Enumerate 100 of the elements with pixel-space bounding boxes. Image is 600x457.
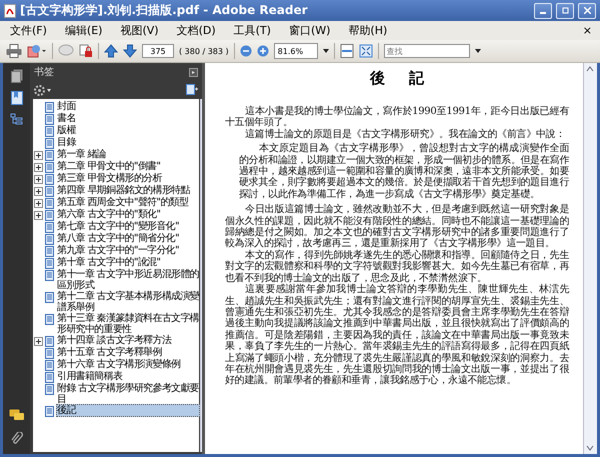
bookmark-item[interactable]: 第七章 古文字中的"變形音化"	[56, 220, 200, 233]
bookmark-item[interactable]: 第六章 古文字中的"類化"	[56, 208, 200, 221]
bookmark-page-icon	[45, 336, 54, 347]
menu-close-button[interactable]: ×	[578, 24, 596, 37]
bookmark-page-icon	[45, 246, 54, 257]
fit-width-icon[interactable]	[340, 44, 354, 58]
paperclip-icon[interactable]	[10, 432, 22, 446]
caret-icon[interactable]	[322, 49, 329, 53]
scroll-up-icon[interactable]	[586, 66, 594, 72]
bookmark-page-icon	[45, 210, 54, 221]
expand-toggle[interactable]	[34, 151, 43, 160]
restore-icon	[562, 7, 568, 14]
panel-title: 书签	[34, 66, 55, 79]
expand-toggle[interactable]	[34, 199, 43, 208]
bookmark-page-icon	[45, 406, 54, 417]
next-page-icon[interactable]	[123, 44, 137, 58]
print-icon[interactable]	[6, 44, 22, 58]
comments-icon[interactable]	[8, 409, 24, 422]
bookmark-item[interactable]: 第十四章 談古文字考釋方法	[56, 334, 200, 347]
bookmark-page-icon	[45, 348, 54, 359]
bookmark-page-icon	[45, 126, 54, 137]
bookmark-item[interactable]: 附錄 古文字構形學研究參考文獻要目	[56, 382, 200, 406]
bookmark-item[interactable]: 書名	[56, 112, 200, 125]
bookmark-page-icon	[45, 114, 54, 125]
zoom-in-icon[interactable]	[256, 45, 269, 57]
bookmark-page-icon	[45, 138, 54, 149]
bookmark-item[interactable]: 版權	[56, 124, 200, 137]
bookmark-item[interactable]: 封面	[56, 100, 200, 113]
bookmark-item[interactable]: 第九章 古文字中的"一字分化"	[56, 244, 200, 257]
paragraph: 本文的寫作，得到先師姚孝遂先生的悉心關懷和指導。回顧隨侍之日，先生對文字的宏觀體察和科學的文字符號觀對我影響甚大。如今先生墓已有宿草，再也看不到我的博士論文的出版了，思念及此，不禁潸然淚下。	[225, 250, 569, 284]
close-button[interactable]	[578, 2, 596, 18]
menu-item[interactable]: 文件(F)	[4, 23, 59, 38]
gear-icon[interactable]	[34, 84, 51, 96]
page-number-field[interactable]: 375	[142, 44, 174, 58]
bookmark-page-icon	[45, 150, 54, 161]
menu-item[interactable]: 编辑(E)	[58, 23, 114, 38]
bookmark-item[interactable]: 引用書籍簡稱表	[56, 370, 200, 383]
bookmark-page-icon	[45, 102, 54, 113]
expand-toggle[interactable]	[34, 163, 43, 172]
panel-options-icon[interactable]	[189, 68, 198, 76]
bookmark-item[interactable]: 第三章 甲骨文構形的分析	[56, 172, 200, 185]
bookmark-item[interactable]: 第一章 緒論	[56, 148, 200, 161]
restore-button[interactable]	[556, 2, 574, 18]
minimize-button[interactable]	[534, 2, 552, 18]
page-count: ( 380 / 383 )	[179, 46, 229, 56]
caret-icon[interactable]	[474, 49, 481, 53]
bookmark-page-icon	[45, 234, 54, 245]
bookmark-item[interactable]: 第十三章 秦漢篆隸資料在古文字構形研究中的重要性	[56, 312, 200, 336]
menu-item[interactable]: 视图(V)	[114, 23, 171, 38]
bookmark-page-icon	[45, 292, 54, 303]
new-bookmark-icon[interactable]	[186, 84, 198, 96]
paragraph: 這篇博士論文的原題目是《古文字構形研究》。我在論文的《前言》中說：	[244, 128, 566, 140]
bookmark-item[interactable]: 目錄	[56, 136, 200, 149]
expand-toggle[interactable]	[34, 187, 43, 196]
bookmark-item[interactable]: 第二章 甲骨文中的"倒書"	[56, 160, 200, 173]
bookmark-item[interactable]: 第五章 西周金文中"聲符"的類型	[56, 196, 200, 209]
paragraph: 這本小書是我的博士學位論文，寫作於1990至1991年，距今日出版已經有十五個年頭了。	[225, 106, 569, 128]
bookmark-page-icon	[45, 174, 54, 185]
expand-toggle[interactable]	[34, 211, 43, 220]
fit-page-icon[interactable]	[358, 44, 373, 58]
bookmark-item[interactable]: 第十章 古文字中的"訛混"	[56, 256, 200, 269]
expand-toggle[interactable]	[34, 175, 43, 184]
zoom-out-icon[interactable]	[240, 45, 252, 57]
pdf-file-icon	[4, 4, 16, 18]
bookmark-item[interactable]: 第十六章 古文字構形演變條例	[56, 358, 200, 371]
menu-item[interactable]: 工具(T)	[228, 23, 283, 38]
menu-item[interactable]: 窗口(W)	[282, 23, 342, 38]
window-title: [古文字构形学].刘钊.扫描版.pdf - Adobe Reader	[20, 2, 309, 19]
bookmark-page-icon	[45, 258, 54, 269]
bookmark-page-icon	[45, 222, 54, 233]
search-field[interactable]: 查找	[384, 44, 470, 58]
menu-item[interactable]: 文档(D)	[170, 23, 228, 38]
bookmark-item[interactable]: 第十五章 古文字考釋舉例	[56, 346, 200, 359]
bookmark-page-icon	[45, 162, 54, 173]
bookmark-page-icon	[45, 372, 54, 383]
bookmark-page-icon	[45, 270, 54, 281]
paragraph: 這裏要感謝當年參加我博士論文答辯的李學勤先生、陳世輝先生、林澐先生、趙誠先生和吳振武先生；還有對論文進行評閱的胡厚宣先生、裘錫圭先生、曾憲通先生和張亞初先生。尤其令我感念的是答辯委員會主席李學勤先生在答辯過後主動向我提議將該論文推薦到中華書局出版，並且很快就寫出了評價頗高的推薦信。可是陰差陽錯，主要因為我的責任，該論文在中華書局出版一事竟致未果，辜負了李先生的一片熱心。當年裘錫圭先生的評語寫得最多，記得在四頁紙上寫滿了蠅頭小楷，充分體現了裘先生嚴謹認真的學風和敏銳深刻的洞察力。去年在杭州開會遇見裘先生，先生還殷切詢問我的博士論文出版一事，並提出了很好的建議。前輩學者的眷顧和垂青，讓我銘感于心，永遠不能忘懷。	[225, 284, 569, 387]
paragraph: 今日出版這篇博士論文，雖然改動並不大，但是考慮到既然這一研究對象是個永久性的課題，因此就不能沒有階段性的總結。同時也不能讓這一基礎理論的歸納總是付之闕如。加之本文也的確對古文字構形研究中的諸多重要問題進行了較為深入的探討，故考慮再三，還是重新採用了《古文字構形學》這一題目。	[225, 204, 569, 250]
bookmark-item[interactable]: 後記	[56, 404, 200, 417]
bookmark-page-icon	[45, 198, 54, 209]
bookmark-item[interactable]: 第八章 古文字中的"簡省分化"	[56, 232, 200, 245]
page-heading: 後記	[370, 69, 448, 88]
layers-icon[interactable]	[10, 113, 24, 127]
scroll-down-icon[interactable]	[586, 445, 594, 451]
pages-icon[interactable]	[10, 69, 22, 83]
zoom-dropdown[interactable]: 81.6%	[274, 43, 318, 59]
bookmarks-icon[interactable]	[10, 91, 22, 105]
previous-page-icon[interactable]	[104, 44, 118, 58]
lock-icon[interactable]	[79, 44, 93, 58]
close-icon	[584, 7, 590, 14]
bookmark-item[interactable]: 第十一章 古文字中形近易混形體的區別形式	[56, 268, 200, 292]
bookmark-page-icon	[45, 314, 54, 325]
bookmark-page-icon	[45, 360, 54, 371]
quoted-paragraph: 本文原定題目為《古文字構形學》，曾設想對古文字的構成演變作全面的分析和論證，以期建立一個大致的框架，形成一個初步的體系。但是在寫作過程中，越來越感到這一範圍和容量的廣博和深奧，遠非本文所能承受。如要硬求其全，則字數將要超過本文的幾倍。於是便擷取若干首先想到的題目進行探討，以此作為準備工作，為進一步寫成《古文字構形學》奠定基礎。	[239, 142, 569, 200]
expand-toggle[interactable]	[34, 337, 43, 346]
bookmark-item[interactable]: 第十二章 古文字基本構形構成演變譜系舉例	[56, 290, 200, 314]
menu-item[interactable]: 帮助(H)	[342, 23, 400, 38]
bookmark-page-icon	[45, 186, 54, 197]
bookmark-item[interactable]: 第四章 早期銅器銘文的構形特點	[56, 184, 200, 197]
bookmark-page-icon	[45, 384, 54, 395]
